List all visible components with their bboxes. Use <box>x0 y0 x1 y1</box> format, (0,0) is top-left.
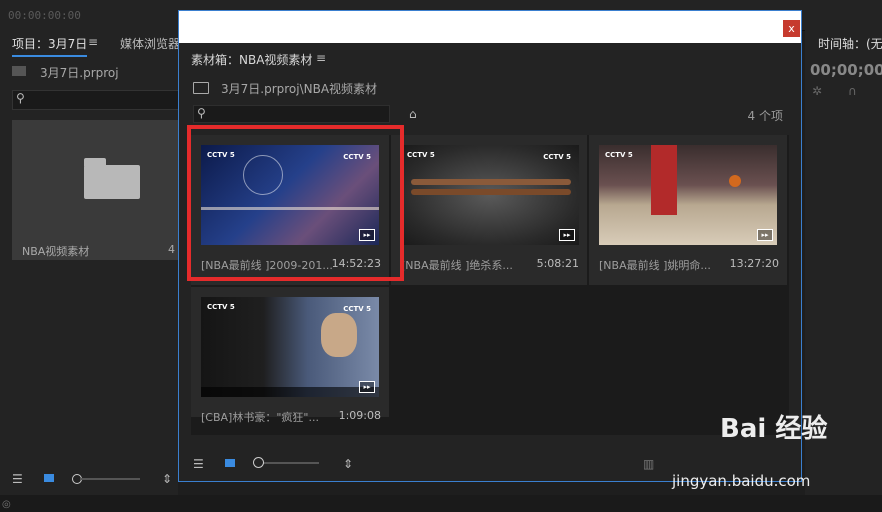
snap-icon[interactable]: ✲ <box>812 84 822 98</box>
clip-thumbnail: CCTV 5 ▸▸ <box>599 145 777 245</box>
tab-media-browser[interactable]: 媒体浏览器 <box>120 35 180 52</box>
bin-card-name: NBA视频素材 <box>22 245 90 258</box>
search-icon: ⚲ <box>197 106 206 120</box>
project-file-name: 3月7日.prproj <box>40 66 119 80</box>
cctv-logo: CCTV 5 <box>605 151 633 159</box>
timeline-tab[interactable]: 时间轴：(无 <box>818 35 882 52</box>
icon-view-icon[interactable] <box>44 474 54 482</box>
cctv-logo: CCTV 5 <box>343 305 371 313</box>
clip-name: [CBA]林书豪："疯狂"... <box>201 411 319 424</box>
project-folder-icon <box>12 66 26 76</box>
clip-badge-icon: ▸▸ <box>757 229 773 241</box>
close-button[interactable]: x <box>783 20 800 37</box>
item-count: 4 个项 <box>747 109 783 123</box>
clip-duration: 1:09:08 <box>338 409 381 422</box>
new-bin-icon[interactable]: ⌂ <box>409 107 417 121</box>
bin-window-titlebar[interactable] <box>179 11 801 43</box>
status-bar <box>0 495 882 512</box>
cctv-logo: CCTV 5 <box>407 151 435 159</box>
zoom-slider-track[interactable] <box>257 462 319 464</box>
bin-panel-title: 素材箱：NBA视频素材 <box>191 53 313 67</box>
sort-icon[interactable]: ⇕ <box>162 472 172 486</box>
clip-badge-icon: ▸▸ <box>359 381 375 393</box>
clip-thumbnail: CCTV 5 CCTV 5 ▸▸ <box>401 145 579 245</box>
cctv-logo: CCTV 5 <box>543 153 571 161</box>
clip-name: [NBA最前线 ]姚明命... <box>599 259 711 272</box>
clip-badge-icon: ▸▸ <box>559 229 575 241</box>
parent-folder-icon[interactable] <box>193 82 209 94</box>
magnet-icon[interactable]: ∩ <box>848 84 857 98</box>
bin-path: 3月7日.prproj\NBA视频素材 <box>221 82 378 96</box>
list-view-icon[interactable]: ☰ <box>12 472 23 486</box>
status-icon: ◎ <box>2 499 11 510</box>
project-search-icon: ⚲ <box>16 91 25 105</box>
baidu-watermark: Bai 经验 <box>720 414 828 444</box>
zoom-slider-knob[interactable] <box>253 457 264 468</box>
list-view-icon[interactable]: ☰ <box>193 457 204 471</box>
project-search-input[interactable] <box>12 90 180 110</box>
cctv-logo: CCTV 5 <box>207 303 235 311</box>
selection-highlight <box>187 125 404 281</box>
zoom-slider-track[interactable] <box>80 478 140 480</box>
baidu-watermark-url: jingyan.baidu.com <box>672 472 811 490</box>
timeline-timecode: 00;00;00; <box>810 61 882 79</box>
clip-tile[interactable]: CCTV 5 CCTV 5 ▸▸ [NBA最前线 ]绝杀系... 5:08:21 <box>391 135 587 285</box>
bin-card-count: 4 <box>168 243 175 256</box>
automate-icon[interactable]: ▥ <box>643 457 654 471</box>
folder-icon <box>84 165 140 199</box>
sort-icon[interactable]: ⇕ <box>343 457 353 471</box>
project-menu-icon[interactable]: ≡ <box>88 35 98 49</box>
clip-duration: 13:27:20 <box>729 257 779 270</box>
clip-name: [NBA最前线 ]绝杀系... <box>401 259 513 272</box>
bin-search-input[interactable] <box>193 105 390 123</box>
icon-view-icon[interactable] <box>225 459 235 467</box>
clip-thumbnail: CCTV 5 CCTV 5 ▸▸ <box>201 297 379 397</box>
tab-project[interactable]: 项目：3月7日 <box>12 35 88 57</box>
timecode: 00:00:00:00 <box>8 9 81 22</box>
clip-tile[interactable]: CCTV 5 CCTV 5 ▸▸ [CBA]林书豪："疯狂"... 1:09:0… <box>191 287 389 424</box>
bin-menu-icon[interactable]: ≡ <box>316 51 326 65</box>
clip-tile[interactable]: CCTV 5 ▸▸ [NBA最前线 ]姚明命... 13:27:20 <box>589 135 787 285</box>
clip-duration: 5:08:21 <box>536 257 579 270</box>
